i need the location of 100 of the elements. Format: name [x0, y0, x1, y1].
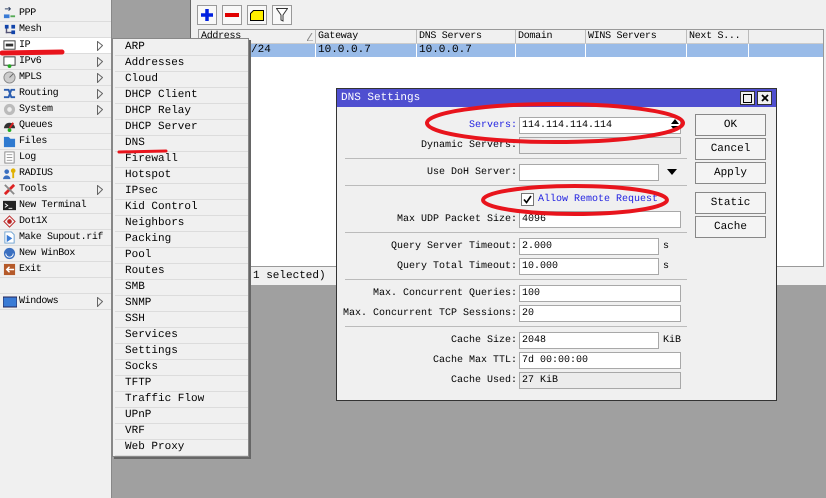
input-field[interactable]: 10.000 [519, 258, 659, 274]
menu-item-label: Make Supout.rif [19, 230, 104, 245]
user-key-icon [3, 167, 16, 180]
globe-icon [3, 247, 16, 260]
menu-item[interactable]: Files [0, 134, 111, 150]
menu-item-label: Queues [19, 119, 53, 133]
submenu-item[interactable]: Pool [115, 248, 248, 264]
close-icon [760, 94, 768, 102]
menu-item-label: Dot1X [19, 215, 48, 229]
menu-item[interactable]: RADIUS [0, 166, 111, 182]
menu-item[interactable]: Queues [0, 118, 111, 134]
menu-item[interactable]: Dot1X [0, 214, 111, 230]
menu-item-label: IPv6 [19, 55, 42, 69]
dialog-button[interactable]: Apply [695, 162, 766, 184]
menu-item[interactable]: Exit [0, 262, 111, 278]
annotation-underline [0, 50, 64, 56]
field-label: Allow Remote Request [538, 194, 658, 204]
submenu-item[interactable]: Cloud [115, 72, 248, 88]
dropdown-arrow-icon[interactable] [667, 169, 677, 175]
menu-item-label: Mesh [19, 22, 42, 37]
submenu-item[interactable]: Socks [115, 360, 248, 376]
submenu-item[interactable]: DHCP Server [115, 120, 248, 136]
submenu-item[interactable]: Packing [115, 232, 248, 248]
menu-item-label: IP [19, 39, 30, 53]
filter-button[interactable] [272, 5, 292, 25]
check-icon [523, 194, 532, 204]
submenu-item[interactable]: TFTP [115, 376, 248, 392]
submenu-item[interactable]: SSH [115, 312, 248, 328]
dialog-button[interactable]: OK [695, 114, 766, 136]
unit-label: KiB [663, 334, 682, 348]
dropdown-field[interactable] [519, 164, 659, 180]
up-down-arrows-icon[interactable] [670, 119, 680, 131]
column-header[interactable]: Gateway [316, 30, 417, 43]
submenu-item[interactable]: DHCP Relay [115, 104, 248, 120]
submenu-item[interactable]: SMB [115, 280, 248, 296]
menu-item[interactable]: MPLS [0, 70, 111, 86]
add-button[interactable] [197, 5, 217, 25]
input-field[interactable]: 2048 [519, 332, 659, 348]
submenu-item[interactable]: DHCP Client [115, 88, 248, 104]
menu-item-label: Files [19, 134, 48, 149]
submenu-item[interactable]: Services [115, 328, 248, 344]
dialog-button[interactable]: Static [695, 192, 766, 214]
menu-item-label: RADIUS [19, 167, 53, 181]
column-header[interactable]: Domain [516, 30, 586, 43]
maximize-button[interactable] [740, 91, 755, 105]
submenu-item[interactable]: Firewall [115, 152, 248, 168]
submenu-item[interactable]: VRF [115, 424, 248, 440]
submenu-item[interactable]: Traffic Flow [115, 392, 248, 408]
window-icon [3, 294, 17, 308]
submenu-item[interactable]: Web Proxy [115, 440, 248, 456]
menu-item[interactable]: Routing [0, 86, 111, 102]
menu-item[interactable]: New Terminal [0, 198, 111, 214]
disc-icon [3, 71, 16, 84]
file-arrow-icon [3, 231, 16, 244]
unit-label: s [663, 240, 670, 254]
submenu-item[interactable]: Kid Control [115, 200, 248, 216]
menu-item[interactable]: PPP [0, 6, 111, 22]
column-header[interactable]: DNS Servers [417, 30, 516, 43]
menu-item-label: MPLS [19, 71, 42, 85]
submenu-item[interactable]: UPnP [115, 408, 248, 424]
submenu-item[interactable]: SNMP [115, 296, 248, 312]
menu-item[interactable]: Log [0, 150, 111, 166]
submenu-item[interactable]: ARP [115, 40, 248, 56]
menu-item[interactable]: Windows [0, 294, 111, 310]
menu-item-label: Windows [19, 294, 58, 309]
dialog-button[interactable]: Cache [695, 216, 766, 238]
menu-item[interactable]: IPv6 [0, 54, 111, 70]
input-field[interactable]: 2.000 [519, 238, 659, 254]
menu-item-label: PPP [19, 7, 36, 21]
submenu-item[interactable]: Settings [115, 344, 248, 360]
dialog-button[interactable]: Cancel [695, 138, 766, 160]
input-field[interactable]: 7d 00:00:00 [519, 352, 681, 368]
submenu-item[interactable]: IPsec [115, 184, 248, 200]
comment-button[interactable] [247, 5, 267, 25]
menu-item[interactable]: System [0, 102, 111, 118]
plus-icon [200, 8, 214, 22]
chip-icon [3, 39, 16, 52]
checkbox[interactable] [521, 192, 534, 206]
column-header[interactable]: Next S... [687, 30, 749, 43]
arrows-icon [3, 87, 16, 100]
submenu-item[interactable]: Neighbors [115, 216, 248, 232]
submenu-item[interactable]: DNS [115, 136, 248, 152]
menu-item[interactable]: New WinBox [0, 246, 111, 262]
submenu-item[interactable]: Addresses [115, 56, 248, 72]
field-label: Cache Size: [450, 334, 517, 348]
input-field[interactable]: 100 [519, 284, 681, 302]
submenu-item[interactable]: Hotspot [115, 168, 248, 184]
close-button[interactable] [757, 91, 772, 105]
submenu-item[interactable]: Routes [115, 264, 248, 280]
field-label: Use DoH Server: [426, 166, 517, 180]
document-icon [3, 151, 16, 164]
gear-icon [3, 103, 16, 116]
menu-item[interactable]: Make Supout.rif [0, 230, 111, 246]
input-field[interactable]: 20 [519, 304, 681, 322]
unit-label: s [663, 260, 670, 274]
menu-item[interactable]: Tools [0, 182, 111, 198]
remove-button[interactable] [222, 5, 242, 25]
input-field[interactable]: 114.114.114.114 [519, 116, 681, 134]
column-header[interactable]: WINS Servers [586, 30, 687, 43]
field-label: Max. Concurrent Queries: [372, 286, 517, 300]
